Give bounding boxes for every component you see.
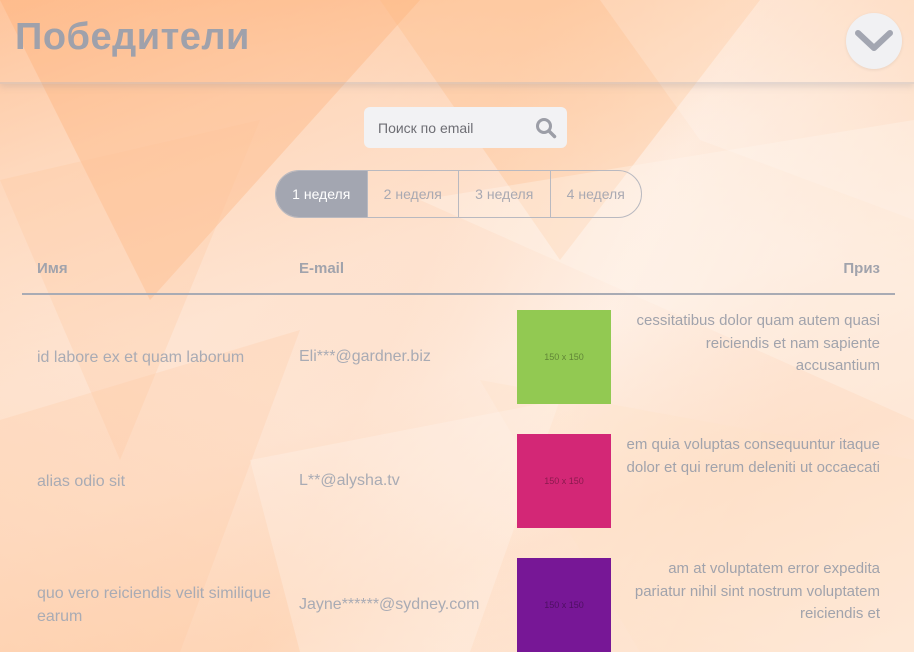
prize-image: 150 x 150	[517, 434, 611, 528]
prize-image-label: 150 x 150	[544, 600, 584, 610]
page-title: Победители	[15, 16, 250, 58]
email-search-input[interactable]	[378, 119, 528, 136]
winner-email: L**@alysha.tv	[299, 472, 400, 489]
table-row: id labore ex et quam laborum Eli***@gard…	[22, 310, 895, 434]
tab-week-1[interactable]: 1 неделя	[276, 171, 367, 217]
winner-name: id labore ex et quam laborum	[37, 348, 245, 366]
page: Победители 1 неделя 2 неделя 3 неделя 4 …	[0, 0, 914, 652]
column-header-email: E-mail	[299, 260, 345, 277]
top-header: Победители	[0, 0, 914, 84]
winner-email: Eli***@gardner.biz	[299, 348, 431, 365]
search-icon[interactable]	[535, 117, 557, 144]
prize-description: em quia voluptas consequuntur itaque dol…	[626, 436, 880, 476]
column-header-prize: Приз	[843, 260, 880, 277]
prize-image-label: 150 x 150	[544, 352, 584, 362]
winner-email: Jayne******@sydney.com	[299, 596, 480, 613]
tab-week-3[interactable]: 3 неделя	[458, 171, 550, 217]
table-row: quo vero reiciendis velit similique earu…	[22, 558, 895, 652]
winner-name: quo vero reiciendis velit similique earu…	[37, 585, 271, 625]
search-box	[364, 107, 567, 148]
week-tabs: 1 неделя 2 неделя 3 неделя 4 неделя	[275, 170, 642, 218]
prize-description: am at voluptatem error expedita pariatur…	[634, 560, 880, 622]
prize-description: cessitatibus dolor quam autem quasi reic…	[636, 312, 880, 374]
prize-image: 150 x 150	[517, 310, 611, 404]
column-header-name: Имя	[37, 260, 68, 277]
chevron-down-icon	[855, 30, 893, 51]
winner-name: alias odio sit	[37, 472, 126, 490]
table-header: Имя E-mail Приз	[22, 250, 895, 295]
table-row: alias odio sit L**@alysha.tv 150 x 150 e…	[22, 434, 895, 558]
prize-image-label: 150 x 150	[544, 476, 584, 486]
tab-week-4[interactable]: 4 неделя	[549, 171, 642, 217]
collapse-toggle-button[interactable]	[846, 13, 902, 69]
prize-image: 150 x 150	[517, 558, 611, 652]
tab-week-2[interactable]: 2 неделя	[366, 171, 459, 217]
